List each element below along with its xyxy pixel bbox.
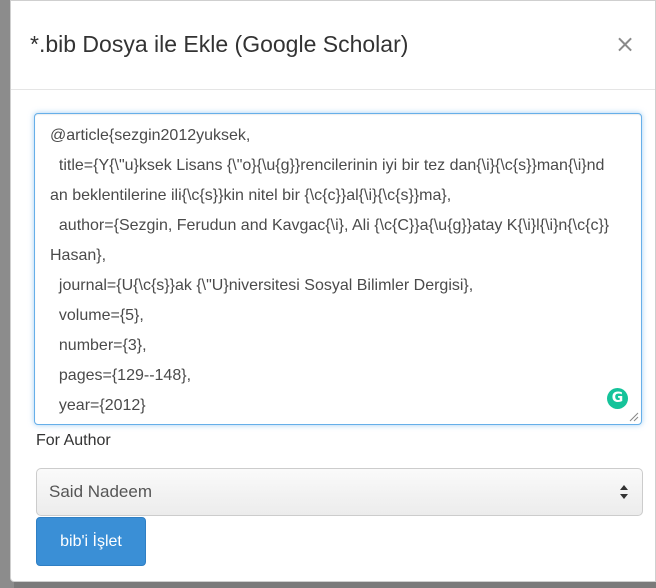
author-select[interactable]: Said Nadeem (36, 468, 643, 516)
bib-import-modal: *.bib Dosya ile Ekle (Google Scholar) × … (10, 0, 656, 582)
process-bib-button[interactable]: bib'i İşlet (36, 517, 146, 566)
bib-textarea[interactable]: @article{sezgin2012yuksek, title={Y{\"u}… (34, 113, 642, 425)
bib-textarea-content[interactable]: @article{sezgin2012yuksek, title={Y{\"u}… (35, 114, 641, 424)
author-select-value: Said Nadeem (49, 482, 153, 501)
for-author-label: For Author (36, 432, 111, 449)
resize-handle-icon[interactable] (629, 412, 639, 422)
modal-header: *.bib Dosya ile Ekle (Google Scholar) × (11, 1, 655, 90)
modal-title: *.bib Dosya ile Ekle (Google Scholar) (30, 31, 409, 57)
close-button[interactable]: × (613, 31, 637, 57)
grammarly-icon[interactable]: G (607, 388, 628, 409)
select-arrows-icon (620, 485, 628, 499)
